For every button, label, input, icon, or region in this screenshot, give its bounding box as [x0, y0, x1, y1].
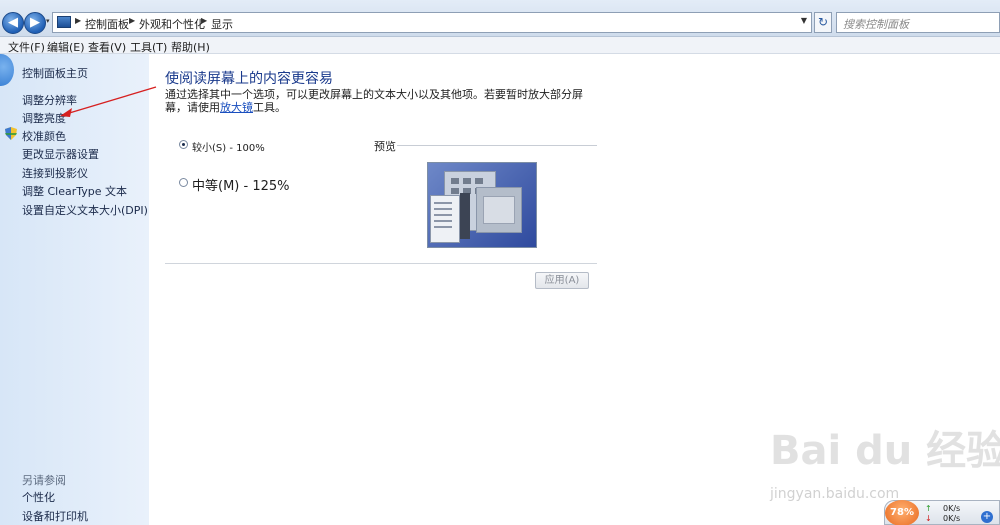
chevron-right-icon[interactable]: ▶: [129, 16, 135, 25]
breadcrumb-display[interactable]: 显示: [211, 16, 233, 32]
menu-file[interactable]: 文件(F): [8, 39, 45, 55]
network-speed-widget: 78% ↑ 0K/s ↓ 0K/s +: [884, 500, 1000, 525]
refresh-button[interactable]: ↻: [814, 12, 832, 33]
chevron-right-icon[interactable]: ▶: [75, 16, 81, 25]
address-dropdown-icon[interactable]: ▼: [801, 16, 807, 25]
page-title: 使阅读屏幕上的内容更容易: [165, 71, 333, 87]
menu-edit[interactable]: 编辑(E): [47, 39, 85, 55]
preview-strip: [460, 193, 470, 239]
download-arrow-icon: ↓: [925, 514, 932, 523]
address-bar[interactable]: ▶ 控制面板 ▶ 外观和个性化 ▶ 显示 ▼: [52, 12, 812, 33]
decorative-orb: [0, 54, 14, 86]
preview-divider: [397, 145, 597, 146]
download-speed: 0K/s: [943, 514, 961, 523]
option-medium-label[interactable]: 中等(M) - 125%: [192, 175, 289, 194]
search-input[interactable]: 搜索控制面板: [836, 12, 1000, 33]
sidebar-item-calibrate-color[interactable]: 校准颜色: [22, 128, 66, 144]
content-divider: [165, 263, 597, 264]
watermark-url: jingyan.baidu.com: [770, 486, 900, 502]
preview-window: [430, 195, 460, 243]
upload-arrow-icon: ↑: [925, 504, 932, 513]
sidebar-item-display-settings[interactable]: 更改显示器设置: [22, 146, 99, 162]
menu-help[interactable]: 帮助(H): [171, 39, 210, 55]
page-description: 通过选择其中一个选项，可以更改屏幕上的文本大小以及其他项。若要暂时放大部分屏幕，…: [165, 88, 595, 114]
sidebar-item-brightness[interactable]: 调整亮度: [22, 110, 66, 126]
sidebar-home-link[interactable]: 控制面板主页: [22, 65, 88, 81]
forward-button[interactable]: ▶: [24, 12, 46, 34]
sidebar-item-cleartype[interactable]: 调整 ClearType 文本: [22, 183, 127, 199]
chevron-right-icon[interactable]: ▶: [201, 16, 207, 25]
watermark-text: Bai du 经验: [770, 428, 1000, 474]
preview-window: [476, 187, 522, 233]
menu-bar: 文件(F) 编辑(E) 查看(V) 工具(T) 帮助(H): [0, 37, 1000, 54]
plus-icon[interactable]: +: [981, 511, 993, 523]
preview-image: [427, 162, 537, 248]
control-panel-icon: [57, 16, 71, 28]
option-smaller-label[interactable]: 较小(S) - 100%: [192, 139, 265, 154]
radio-medium[interactable]: [179, 178, 188, 187]
breadcrumb-control-panel[interactable]: 控制面板: [85, 16, 129, 32]
back-button[interactable]: ◀: [2, 12, 24, 34]
shield-icon: [5, 127, 17, 140]
apply-button[interactable]: 应用(A): [535, 272, 589, 289]
menu-tools[interactable]: 工具(T): [130, 39, 167, 55]
address-toolbar: ◀ ▶ ▾ ▶ 控制面板 ▶ 外观和个性化 ▶ 显示 ▼ ↻ 搜索控制面板: [0, 0, 1000, 37]
memory-percent-badge[interactable]: 78%: [885, 500, 919, 525]
sidebar-item-custom-dpi[interactable]: 设置自定义文本大小(DPI): [22, 202, 148, 218]
left-task-pane: 控制面板主页 调整分辨率 调整亮度 校准颜色 更改显示器设置 连接到投影仪 调整…: [0, 54, 149, 525]
menu-view[interactable]: 查看(V): [88, 39, 126, 55]
sidebar-item-resolution[interactable]: 调整分辨率: [22, 92, 77, 108]
radio-smaller[interactable]: [179, 140, 188, 149]
preview-label: 预览: [374, 140, 396, 153]
magnifier-link[interactable]: 放大镜: [220, 101, 253, 114]
description-tail: 工具。: [253, 101, 286, 114]
upload-speed: 0K/s: [943, 504, 961, 513]
sidebar-item-personalization[interactable]: 个性化: [22, 489, 55, 505]
see-also-heading: 另请参阅: [22, 474, 66, 487]
sidebar-item-projector[interactable]: 连接到投影仪: [22, 165, 88, 181]
breadcrumb-appearance[interactable]: 外观和个性化: [139, 16, 205, 32]
sidebar-item-devices-printers[interactable]: 设备和打印机: [22, 508, 88, 524]
